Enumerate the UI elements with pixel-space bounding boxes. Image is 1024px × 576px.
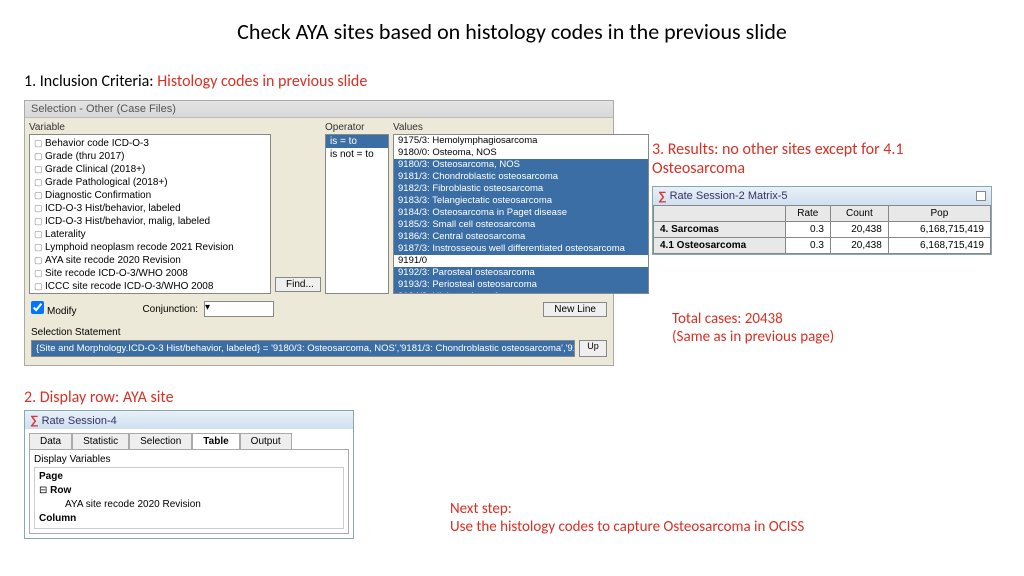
values-header: Values [393,122,649,133]
tab-table[interactable]: Table [192,433,239,449]
step1-desc: Histology codes in previous slide [157,72,367,91]
cell-rate: 0.3 [785,222,830,238]
variable-header: Variable [29,122,271,133]
row-label: 4. Sarcomas [654,222,786,238]
tree-row[interactable]: ⊟ Row [39,484,339,498]
var-item[interactable]: Diagnostic Confirmation [32,189,268,202]
step3-label: 3. Results: no other sites except for 4.… [652,140,992,178]
values-list[interactable]: 9175/3: Hemolymphagiosarcoma 9180/0: Ost… [393,134,649,294]
selection-dialog: Selection - Other (Case Files) Variable … [24,100,614,366]
var-item[interactable]: ICCC site recode ICD-O-3/WHO 2008 [32,280,268,293]
dialog-title: Selection - Other (Case Files) [25,101,613,118]
totals-line2: (Same as in previous page) [672,328,834,346]
slide-title: Check AYA sites based on histology codes… [0,0,1024,45]
val-item[interactable]: 9187/3: Instrosseous well differentiated… [394,243,648,255]
var-item[interactable]: Lymphoid neoplasm recode 2021 Revision [32,241,268,254]
tree-page[interactable]: Page [39,470,339,484]
statement-label: Selection Statement [31,327,607,338]
row-label: 4.1 Osteosarcoma [654,238,786,254]
var-item[interactable]: Site recode ICD-O-3/WHO 2008 [32,267,268,280]
table-header-row: Rate Count Pop [654,206,991,222]
conjunction-label: Conjunction: [142,304,198,315]
next-step-text: Next step: Use the histology codes to ca… [450,500,804,536]
new-line-button[interactable]: New Line [543,302,607,317]
val-item[interactable]: 9192/3: Parosteal osteosarcoma [394,267,648,279]
val-item[interactable]: 9181/3: Chondroblastic osteosarcoma [394,171,648,183]
tree-column[interactable]: Column [39,512,339,526]
val-item[interactable]: 9180/3: Osteosarcoma, NOS [394,159,648,171]
tab-output[interactable]: Output [240,433,292,449]
tree-row-child[interactable]: AYA site recode 2020 Revision [39,498,339,512]
tab-bar: Data Statistic Selection Table Output [29,433,349,449]
val-item[interactable]: 9183/3: Telangiectatic osteosarcoma [394,195,648,207]
table-row: 4.1 Osteosarcoma 0.3 20,438 6,168,715,41… [654,238,991,254]
display-variables-label: Display Variables [34,454,344,465]
val-item[interactable]: 9180/0: Osteoma, NOS [394,147,648,159]
th-rate: Rate [785,206,830,222]
tab-statistic[interactable]: Statistic [72,433,129,449]
matrix-title: Rate Session-2 Matrix-5 [653,187,991,205]
val-item[interactable]: 9175/3: Hemolymphagiosarcoma [394,135,648,147]
tab-selection[interactable]: Selection [129,433,192,449]
cell-pop: 6,168,715,419 [888,222,990,238]
next-line2: Use the histology codes to capture Osteo… [450,518,804,536]
totals-line1: Total cases: 20438 [672,310,834,328]
rate-matrix-window: Rate Session-2 Matrix-5 Rate Count Pop 4… [652,186,992,255]
op-is-not-equal[interactable]: is not = to [326,148,388,161]
modify-checkbox[interactable]: Modify [31,301,76,317]
results-table: Rate Count Pop 4. Sarcomas 0.3 20,438 6,… [653,205,991,254]
var-item[interactable]: Grade (thru 2017) [32,150,268,163]
val-item[interactable]: 9193/3: Periosteal osteosarcoma [394,279,648,291]
table-row: 4. Sarcomas 0.3 20,438 6,168,715,419 [654,222,991,238]
val-item[interactable]: 9185/3: Small cell osteosarcoma [394,219,648,231]
variable-list[interactable]: Behavior code ICD-O-3 Grade (thru 2017) … [29,134,271,294]
var-item[interactable]: Laterality [32,228,268,241]
val-item[interactable]: 9186/3: Central osteosarcoma [394,231,648,243]
val-item[interactable]: 9182/3: Fibroblastic osteosarcoma [394,183,648,195]
statement-text[interactable]: {Site and Morphology.ICD-O-3 Hist/behavi… [31,340,575,357]
var-item[interactable]: AYA site recode 2020 Revision [32,254,268,267]
step2-label: 2. Display row: AYA site [24,388,174,407]
val-item[interactable]: 9194/3: High grade surface osteosarcoma [394,291,648,294]
cell-count: 20,438 [830,238,888,254]
var-item[interactable]: Behavior code ICD-O-3 [32,137,268,150]
find-button[interactable]: Find... [275,277,321,292]
cell-rate: 0.3 [785,238,830,254]
up-button[interactable]: Up [579,340,607,357]
operator-header: Operator [325,122,389,133]
th-count: Count [830,206,888,222]
window-control-icon[interactable] [976,191,986,201]
totals-text: Total cases: 20438 (Same as in previous … [672,310,834,346]
operator-list[interactable]: is = to is not = to [325,134,389,294]
rate2-title: Rate Session-4 [25,411,353,429]
display-variables-tree[interactable]: Page ⊟ Row AYA site recode 2020 Revision… [34,467,344,529]
val-item[interactable]: 9191/0 [394,255,648,267]
step1-num: 1. Inclusion Criteria: [24,72,154,91]
th-blank [654,206,786,222]
cell-count: 20,438 [830,222,888,238]
val-item[interactable]: 9184/3: Osteosarcoma in Paget disease [394,207,648,219]
cell-pop: 6,168,715,419 [888,238,990,254]
var-item[interactable]: ICD-O-3 Hist/behavior, malig, labeled [32,215,268,228]
var-item[interactable]: Grade Clinical (2018+) [32,163,268,176]
op-is-equal[interactable]: is = to [326,135,388,148]
rate-session-4-window: Rate Session-4 Data Statistic Selection … [24,410,354,539]
step1-label: 1. Inclusion Criteria: Histology codes i… [24,72,367,91]
th-pop: Pop [888,206,990,222]
var-item[interactable]: ICD-O-3 Hist/behavior, labeled [32,202,268,215]
var-item[interactable]: Grade Pathological (2018+) [32,176,268,189]
next-line1: Next step: [450,500,804,518]
tab-data[interactable]: Data [29,433,72,449]
conjunction-select[interactable]: ▾ [204,301,274,317]
